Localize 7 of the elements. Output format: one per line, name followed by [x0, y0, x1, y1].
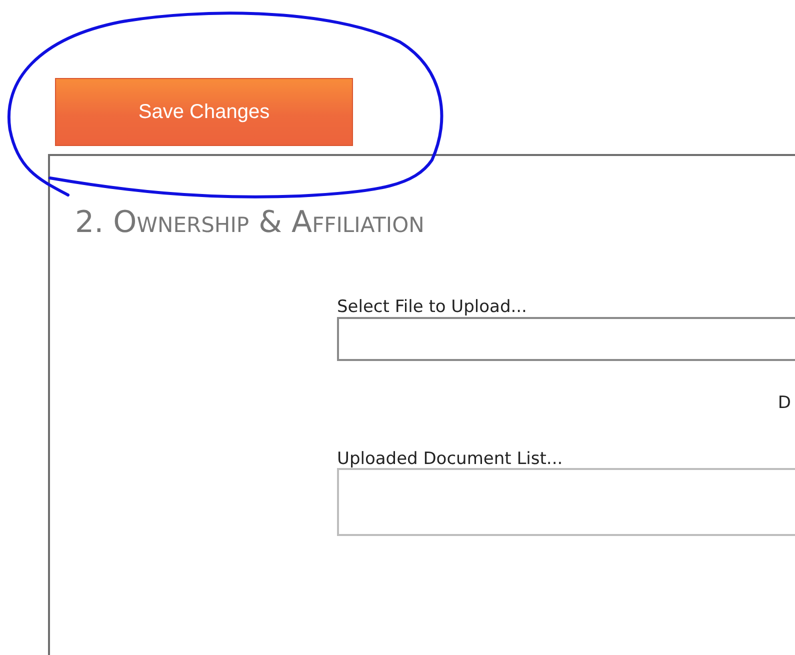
document-list-box[interactable]	[337, 468, 795, 536]
file-input-field[interactable]	[337, 316, 795, 361]
field-label: Uploaded Document List...	[337, 450, 564, 468]
cut-off-text: D	[778, 392, 791, 413]
field-label: Select File to Upload...	[337, 298, 528, 317]
save-button[interactable]: Save Changes	[55, 78, 353, 146]
section-title: 2. Ownership & Affiliation	[75, 208, 426, 238]
